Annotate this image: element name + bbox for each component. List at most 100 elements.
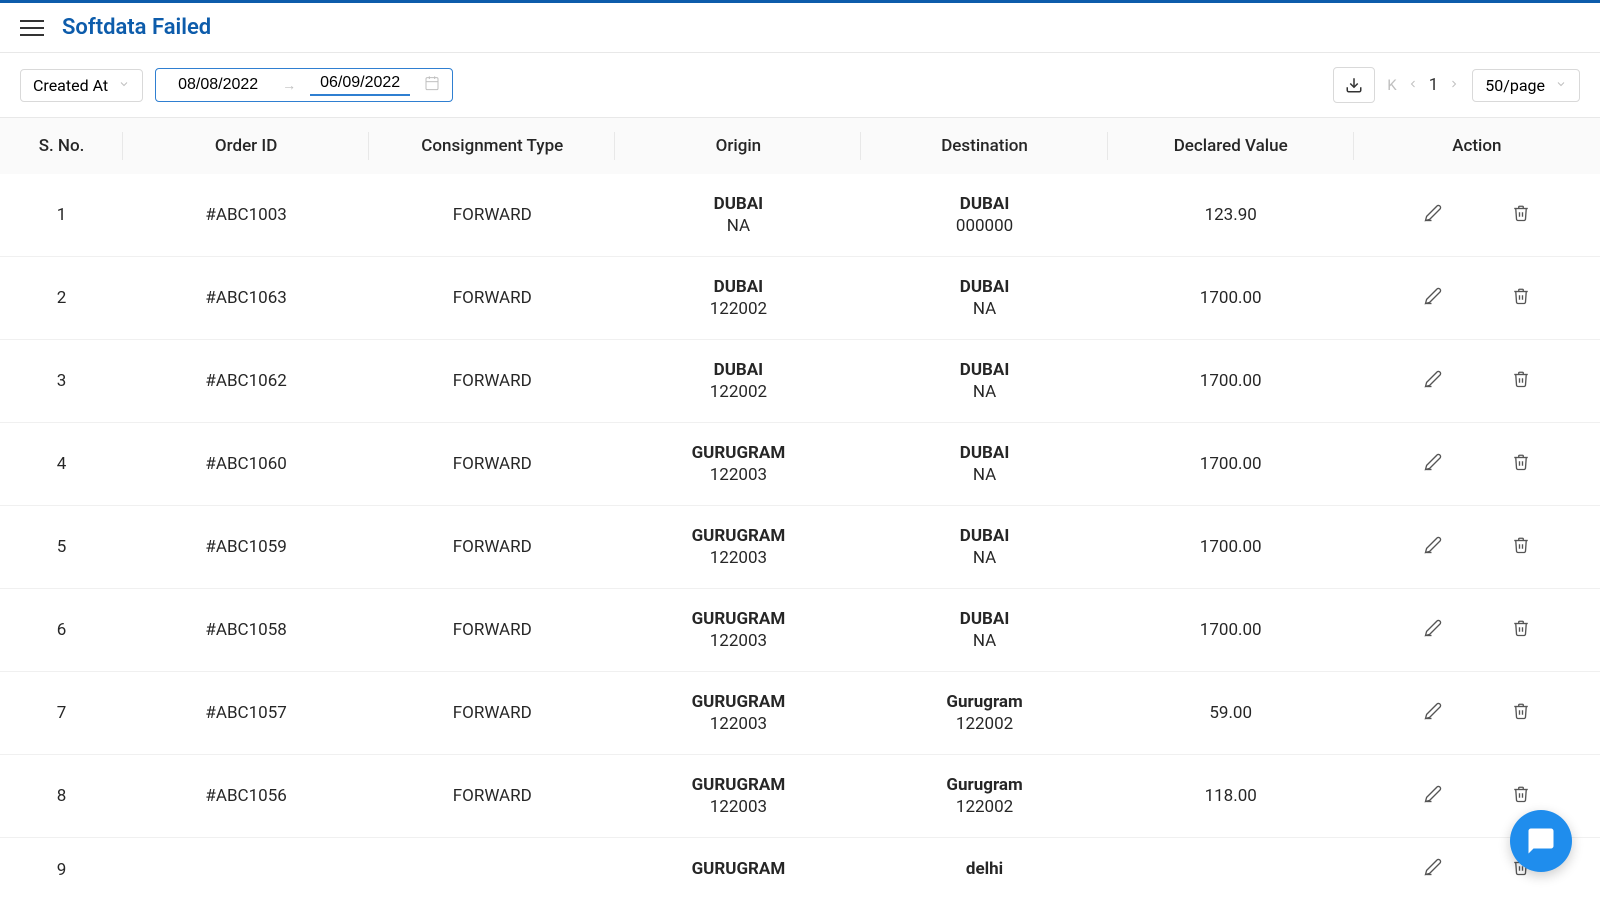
cell-sno: 2: [0, 257, 123, 340]
table-row: 6#ABC1058FORWARDGURUGRAM122003DUBAINA170…: [0, 589, 1600, 672]
cell-order-id: #ABC1003: [123, 174, 369, 257]
page-size-select[interactable]: 50/page: [1472, 69, 1580, 102]
header-sno: S. No.: [0, 118, 123, 174]
delete-button[interactable]: [1512, 453, 1530, 476]
cell-origin: GURUGRAM122003: [615, 755, 861, 838]
cell-destination: DUBAI000000: [861, 174, 1107, 257]
date-field-select[interactable]: Created At: [20, 69, 143, 102]
cell-consignment-type: FORWARD: [369, 257, 615, 340]
cell-declared-value: 123.90: [1108, 174, 1354, 257]
cell-order-id: [123, 838, 369, 885]
cell-consignment-type: FORWARD: [369, 755, 615, 838]
delete-button[interactable]: [1512, 204, 1530, 227]
header-origin: Origin: [615, 118, 861, 174]
cell-origin: DUBAI122002: [615, 257, 861, 340]
table-row: 4#ABC1060FORWARDGURUGRAM122003DUBAINA170…: [0, 423, 1600, 506]
chat-icon: [1526, 826, 1556, 856]
cell-destination: Gurugram122002: [861, 755, 1107, 838]
table-row: 3#ABC1062FORWARDDUBAI122002DUBAINA1700.0…: [0, 340, 1600, 423]
cell-consignment-type: [369, 838, 615, 885]
date-range-picker[interactable]: →: [155, 68, 453, 102]
cell-consignment-type: FORWARD: [369, 672, 615, 755]
cell-destination: DUBAINA: [861, 257, 1107, 340]
cell-action: [1354, 672, 1600, 755]
chat-widget-button[interactable]: [1510, 810, 1572, 872]
edit-button[interactable]: [1424, 702, 1442, 725]
cell-origin: GURUGRAM: [615, 838, 861, 885]
cell-consignment-type: FORWARD: [369, 174, 615, 257]
cell-declared-value: 1700.00: [1108, 589, 1354, 672]
delete-button[interactable]: [1512, 536, 1530, 559]
table-row: 7#ABC1057FORWARDGURUGRAM122003Gurugram12…: [0, 672, 1600, 755]
edit-button[interactable]: [1424, 287, 1442, 310]
cell-destination: DUBAINA: [861, 423, 1107, 506]
edit-button[interactable]: [1424, 453, 1442, 476]
page-first-button[interactable]: K: [1387, 76, 1396, 94]
cell-action: [1354, 423, 1600, 506]
cell-origin: GURUGRAM122003: [615, 506, 861, 589]
cell-order-id: #ABC1057: [123, 672, 369, 755]
delete-button[interactable]: [1512, 370, 1530, 393]
cell-order-id: #ABC1060: [123, 423, 369, 506]
table-scroll-area[interactable]: S. No. Order ID Consignment Type Origin …: [0, 118, 1600, 884]
cell-action: [1354, 174, 1600, 257]
cell-origin: GURUGRAM122003: [615, 423, 861, 506]
chevron-down-icon: [118, 78, 130, 93]
chevron-down-icon: [1555, 78, 1567, 93]
cell-consignment-type: FORWARD: [369, 423, 615, 506]
cell-action: [1354, 340, 1600, 423]
cell-consignment-type: FORWARD: [369, 589, 615, 672]
edit-button[interactable]: [1424, 858, 1442, 881]
cell-origin: DUBAINA: [615, 174, 861, 257]
edit-button[interactable]: [1424, 370, 1442, 393]
cell-declared-value: 59.00: [1108, 672, 1354, 755]
cell-destination: Gurugram122002: [861, 672, 1107, 755]
pagination: K 1: [1387, 75, 1460, 95]
header-bar: Softdata Failed: [0, 3, 1600, 53]
cell-origin: GURUGRAM122003: [615, 672, 861, 755]
cell-sno: 3: [0, 340, 123, 423]
edit-button[interactable]: [1424, 204, 1442, 227]
cell-declared-value: 1700.00: [1108, 506, 1354, 589]
page-prev-button[interactable]: [1407, 76, 1419, 94]
cell-order-id: #ABC1062: [123, 340, 369, 423]
cell-action: [1354, 589, 1600, 672]
arrow-right-icon: →: [282, 77, 296, 94]
cell-declared-value: [1108, 838, 1354, 885]
page-next-button[interactable]: [1448, 76, 1460, 94]
header-order-id: Order ID: [123, 118, 369, 174]
delete-button[interactable]: [1512, 702, 1530, 725]
calendar-icon: [424, 75, 440, 95]
delete-button[interactable]: [1512, 785, 1530, 808]
cell-sno: 8: [0, 755, 123, 838]
date-to-input[interactable]: [310, 74, 410, 96]
cell-action: [1354, 506, 1600, 589]
delete-button[interactable]: [1512, 287, 1530, 310]
cell-consignment-type: FORWARD: [369, 506, 615, 589]
export-button[interactable]: [1333, 67, 1375, 103]
edit-button[interactable]: [1424, 785, 1442, 808]
page-title: Softdata Failed: [62, 15, 211, 40]
filter-toolbar: Created At → K 1 50/page: [0, 53, 1600, 118]
edit-button[interactable]: [1424, 619, 1442, 642]
delete-button[interactable]: [1512, 619, 1530, 642]
cell-sno: 4: [0, 423, 123, 506]
menu-icon[interactable]: [20, 16, 44, 40]
cell-destination: delhi: [861, 838, 1107, 885]
cell-sno: 9: [0, 838, 123, 885]
edit-button[interactable]: [1424, 536, 1442, 559]
table-row: 8#ABC1056FORWARDGURUGRAM122003Gurugram12…: [0, 755, 1600, 838]
header-consignment-type: Consignment Type: [369, 118, 615, 174]
header-action: Action: [1354, 118, 1600, 174]
cell-order-id: #ABC1058: [123, 589, 369, 672]
cell-declared-value: 1700.00: [1108, 340, 1354, 423]
date-field-select-label: Created At: [33, 76, 108, 95]
date-from-input[interactable]: [168, 76, 268, 94]
table-row: 9 GURUGRAMdelhi: [0, 838, 1600, 885]
cell-destination: DUBAINA: [861, 589, 1107, 672]
cell-origin: GURUGRAM122003: [615, 589, 861, 672]
cell-sno: 7: [0, 672, 123, 755]
cell-consignment-type: FORWARD: [369, 340, 615, 423]
cell-order-id: #ABC1063: [123, 257, 369, 340]
page-current: 1: [1429, 75, 1439, 95]
